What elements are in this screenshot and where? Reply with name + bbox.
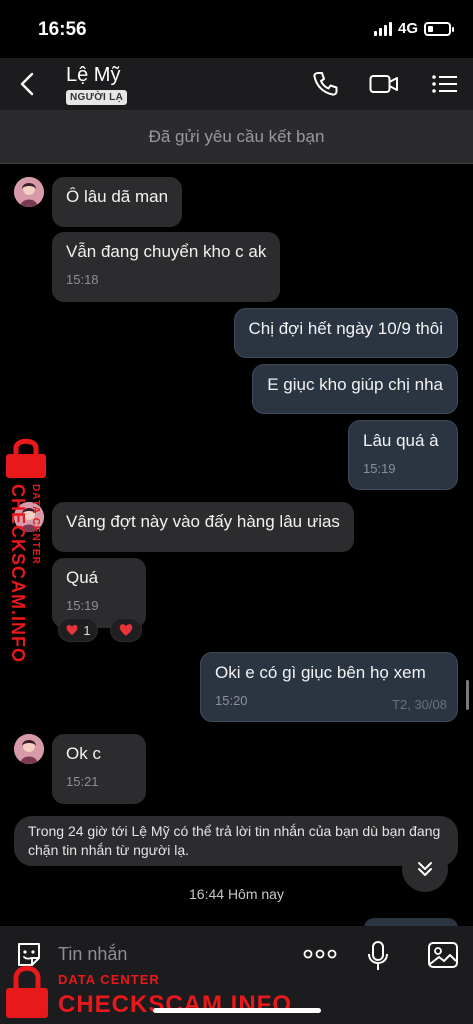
double-chevron-down-icon [418,862,432,876]
message-text: Quá [66,568,99,587]
message-time: 15:18 [66,272,99,287]
message-time: 15:19 [363,461,396,476]
padlock-icon [6,965,48,1018]
watermark-text: CHECKSCAM.INFO [8,484,28,663]
day-divider: 16:44 Hôm nay [189,886,284,902]
message-text: Ok c [66,744,101,763]
message-bubble-outgoing[interactable]: E giục kho giúp chị nha [252,364,458,414]
message-time: 15:21 [66,774,99,789]
signal-icon [373,21,392,36]
back-arrow-icon[interactable] [14,70,42,98]
message-text: Vâng đợt này vào đấy hàng lâu ưias [66,512,340,531]
heart-icon [119,624,133,636]
friend-request-banner: Đã gửi yêu cầu kết bạn [0,110,473,164]
message-bubble-incoming[interactable]: Vẫn đang chuyển kho c ak 15:18 [52,232,281,302]
watermark-text: CHECKSCAM.INFO [58,991,292,1018]
message-time: 15:19 [66,598,99,613]
message-text: Oki e có gì giục bên họ xem [215,663,426,682]
status-time: 16:56 [38,19,87,40]
padlock-icon [6,438,46,478]
scrollbar[interactable] [466,680,469,710]
message-text: Vẫn đang chuyển kho c ak [66,242,267,261]
reaction-count: 1 [83,622,91,638]
message-bubble-outgoing[interactable]: Chị đợi hết ngày 10/9 thôi [233,308,458,358]
phone-call-icon[interactable] [310,70,340,98]
avatar[interactable] [14,734,44,764]
status-bar: 16:56 4G [0,0,473,58]
battery-icon [424,21,454,36]
watermark-bottom: DATA CENTER CHECKSCAM.INFO [0,958,473,1024]
message-bubble-incoming[interactable]: Vâng đợt này vào đấy hàng lâu ưias [52,502,354,552]
chat-header: Lệ Mỹ NGƯỜI LẠ [0,58,473,110]
network-label: 4G [397,20,418,37]
message-bubble-incoming[interactable]: Ô lâu dã man [52,177,183,227]
message-bubble-incoming[interactable]: Ok c 15:21 [52,734,146,804]
reaction-summary[interactable]: 1 [58,618,98,642]
contact-name[interactable]: Lệ Mỹ [66,64,120,87]
message-bubble-outgoing[interactable]: Oki e có gì giục bên họ xem 15:20 T2, 30… [200,652,458,722]
menu-list-icon[interactable] [430,70,460,98]
stranger-badge: NGƯỜI LẠ [66,90,128,105]
status-indicators: 4G [373,20,454,37]
watermark-text-small: DATA CENTER [58,972,160,987]
avatar[interactable] [14,177,44,207]
add-reaction-button[interactable] [110,618,142,642]
video-call-icon[interactable] [369,70,399,98]
heart-icon [66,624,78,635]
message-bubble-outgoing[interactable]: Lâu quá à 15:19 [348,420,458,490]
stranger-reply-notice: Trong 24 giờ tới Lệ Mỹ có thể trả lời ti… [14,816,458,866]
message-text: Chị đợi hết ngày 10/9 thôi [248,319,444,338]
message-text: Ô lâu dã man [66,187,169,206]
message-text: E giục kho giúp chị nha [267,375,443,394]
message-text: Lâu quá à [363,431,439,450]
watermark-vertical: CHECKSCAM.INFO DATA CENTER [2,436,62,666]
watermark-text-small: DATA CENTER [30,484,41,565]
home-indicator[interactable] [153,1008,321,1013]
message-date: T2, 30/08 [392,697,447,712]
